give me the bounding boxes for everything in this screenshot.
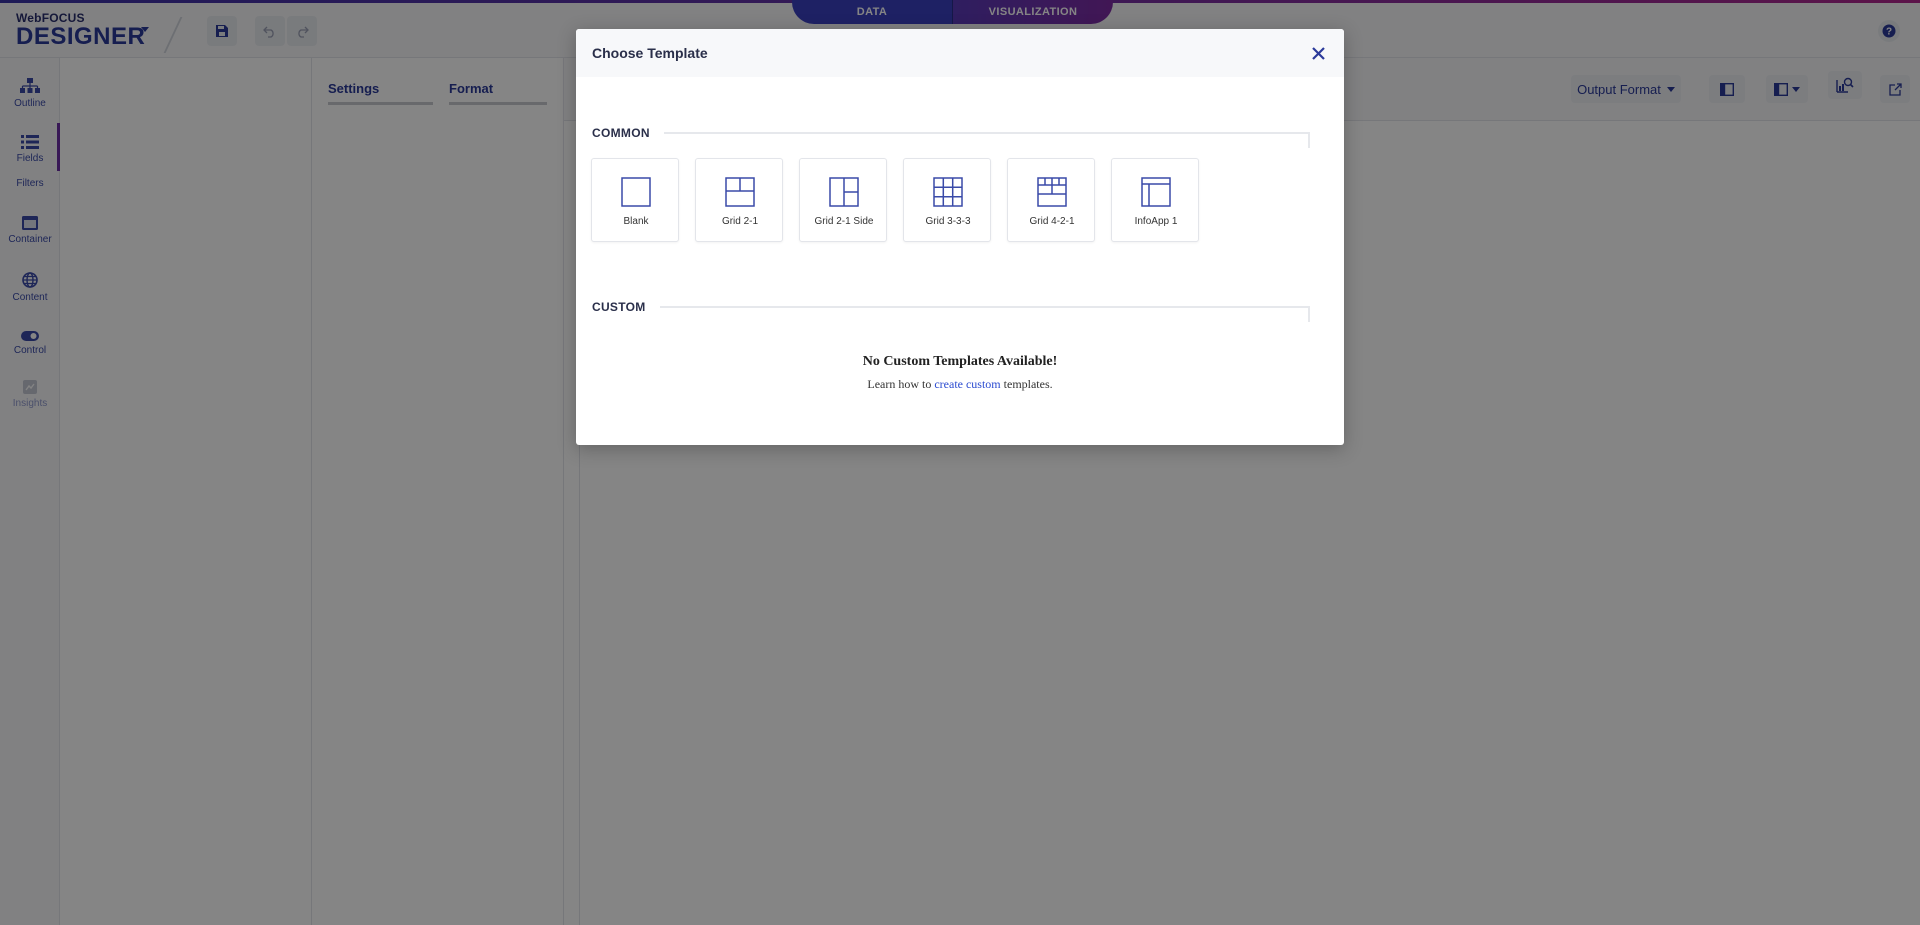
template-grid-4-2-1[interactable]: Grid 4-2-1: [1007, 158, 1095, 242]
template-label: Grid 4-2-1: [1029, 216, 1075, 227]
infoapp-1-template-icon: [1141, 177, 1171, 207]
grid-4-2-1-template-icon: [1037, 177, 1067, 207]
template-grid-2-1[interactable]: Grid 2-1: [695, 158, 783, 242]
choose-template-dialog: Choose Template COMMON Blank Grid 2-1 Gr…: [576, 29, 1344, 445]
template-infoapp-1[interactable]: InfoApp 1: [1111, 158, 1199, 242]
template-grid-2-1-side[interactable]: Grid 2-1 Side: [799, 158, 887, 242]
template-label: InfoApp 1: [1134, 216, 1178, 227]
template-blank[interactable]: Blank: [591, 158, 679, 242]
dialog-header: Choose Template: [576, 29, 1344, 77]
template-label: Grid 2-1: [721, 216, 759, 227]
grid-3-3-3-template-icon: [933, 177, 963, 207]
create-custom-link[interactable]: create custom: [934, 377, 1000, 391]
template-label: Blank: [623, 216, 649, 227]
empty-state-text: Learn how to create custom templates.: [576, 377, 1344, 392]
grid-2-1-side-template-icon: [829, 177, 859, 207]
empty-text-after: templates.: [1000, 377, 1053, 391]
common-section-rule: [664, 132, 1310, 148]
empty-text-before: Learn how to: [867, 377, 935, 391]
empty-state-title: No Custom Templates Available!: [862, 354, 1058, 369]
template-label: Grid 3-3-3: [925, 216, 971, 227]
template-grid-3-3-3[interactable]: Grid 3-3-3: [903, 158, 991, 242]
dialog-title: Choose Template: [592, 45, 708, 61]
blank-template-icon: [621, 177, 651, 207]
close-button[interactable]: [1308, 43, 1328, 63]
close-icon: [1311, 46, 1325, 60]
common-section-label: COMMON: [592, 126, 650, 140]
custom-section-rule: [660, 306, 1310, 322]
grid-2-1-template-icon: [725, 177, 755, 207]
custom-section-label: CUSTOM: [592, 300, 646, 314]
template-label: Grid 2-1 Side: [814, 216, 874, 227]
